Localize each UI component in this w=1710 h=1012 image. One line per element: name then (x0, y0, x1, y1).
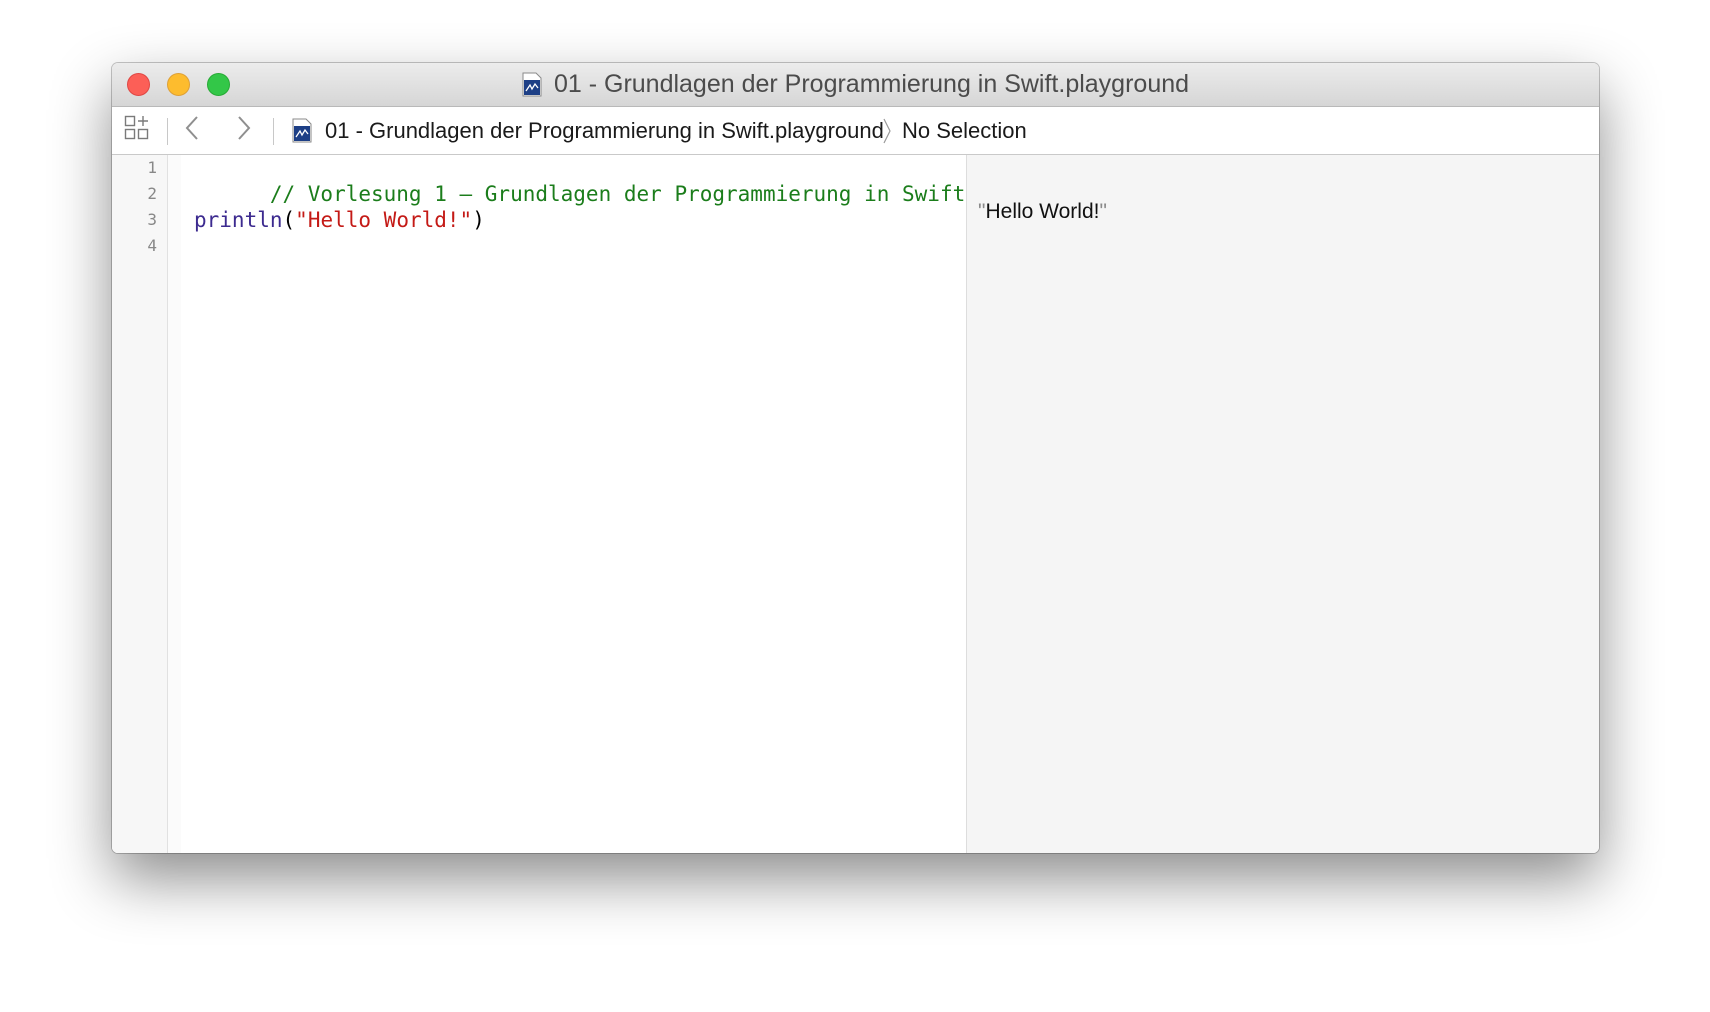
breadcrumb-file-label: 01 - Grundlagen der Programmierung in Sw… (325, 117, 884, 143)
code-line-3[interactable]: println("Hello World!") (194, 207, 485, 233)
chevron-right-icon (236, 115, 252, 146)
toolbar-divider (273, 118, 274, 145)
breadcrumb-selection[interactable]: No Selection (902, 107, 1027, 154)
code-editor[interactable]: 1 2 3 4 // Vorlesung 1 – Grundlagen der … (112, 155, 966, 853)
code-paren-open: ( (282, 208, 296, 232)
related-items-button[interactable] (124, 107, 150, 154)
code-line-1[interactable]: // Vorlesung 1 – Grundlagen der Programm… (194, 155, 965, 206)
toolbar-divider (167, 118, 168, 145)
line-number: 2 (147, 184, 157, 203)
line-number-gutter: 1 2 3 4 (112, 155, 168, 853)
xcode-playground-window: 01 - Grundlagen der Programmierung in Sw… (112, 63, 1599, 853)
code-folding-ribbon[interactable] (168, 155, 181, 853)
forward-button[interactable] (236, 107, 252, 154)
chevron-left-icon (184, 115, 200, 146)
line-number: 4 (147, 236, 157, 255)
result-value[interactable]: "Hello World!" (978, 199, 1107, 225)
window-title: 01 - Grundlagen der Programmierung in Sw… (553, 70, 1190, 98)
result-text: Hello World! (985, 200, 1100, 223)
breadcrumb-file[interactable]: 01 - Grundlagen der Programmierung in Sw… (292, 107, 884, 154)
result-close-quote: " (1099, 200, 1107, 223)
jump-bar: 01 - Grundlagen der Programmierung in Sw… (112, 107, 1599, 155)
code-string-literal: "Hello World!" (295, 208, 473, 232)
playground-file-icon (292, 118, 312, 143)
window-title-group: 01 - Grundlagen der Programmierung in Sw… (112, 63, 1599, 106)
line-number: 1 (147, 158, 157, 177)
back-button[interactable] (184, 107, 200, 154)
code-comment: // Vorlesung 1 – Grundlagen der Programm… (269, 182, 966, 206)
title-bar[interactable]: 01 - Grundlagen der Programmierung in Sw… (112, 63, 1599, 107)
related-items-grid-icon (124, 115, 150, 146)
code-paren-close: ) (472, 208, 485, 232)
results-sidebar: "Hello World!" (966, 155, 1599, 853)
line-number: 3 (147, 210, 157, 229)
playground-file-icon (522, 72, 542, 97)
code-function-name: println (194, 208, 283, 232)
breadcrumb-selection-label: No Selection (902, 117, 1027, 143)
breadcrumb-chevron-icon (882, 107, 892, 154)
